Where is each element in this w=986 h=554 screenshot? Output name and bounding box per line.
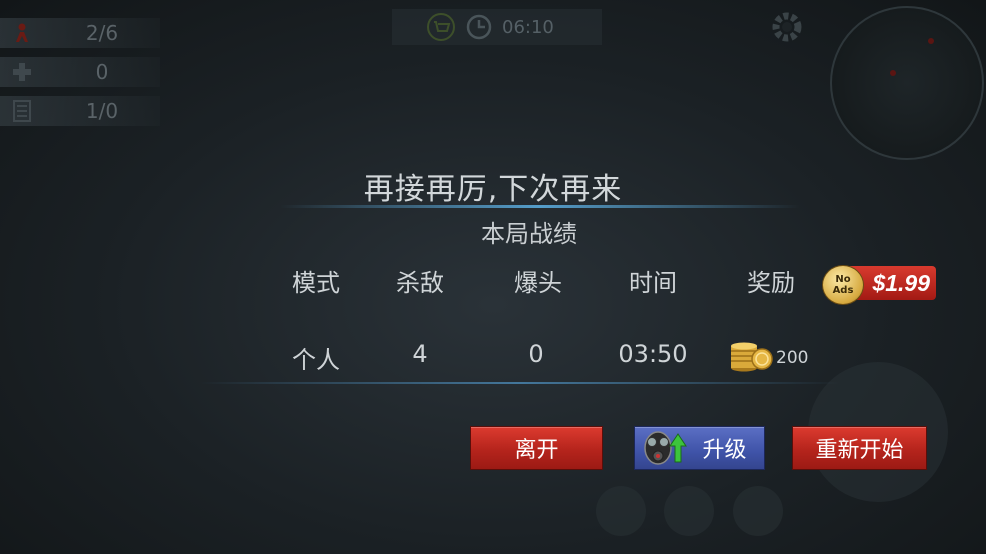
hud-players-row: 2/6 <box>0 18 160 48</box>
gas-mask-upgrade-icon <box>635 426 695 470</box>
medkit-icon <box>0 57 44 87</box>
header-mode: 模式 <box>292 269 340 297</box>
value-headshots: 0 <box>528 340 544 368</box>
header-headshots: 爆头 <box>514 269 562 297</box>
medkit-count: 0 <box>95 60 109 84</box>
knife-button-bg <box>733 486 783 536</box>
no-ads-badge[interactable]: No Ads <box>822 265 864 305</box>
header-time: 时间 <box>629 269 677 297</box>
minimap[interactable] <box>830 6 984 160</box>
settings-gear-icon[interactable] <box>768 8 806 46</box>
restart-button[interactable]: 重新开始 <box>792 426 927 470</box>
table-divider <box>200 382 840 384</box>
players-count: 2/6 <box>85 21 119 45</box>
no-ads-line1: No <box>835 274 851 285</box>
reward-amount: 200 <box>776 348 809 368</box>
minimap-enemy-marker <box>928 38 934 44</box>
header-kills: 杀敌 <box>396 269 444 297</box>
grenade-button-bg <box>596 486 646 536</box>
result-subtitle: 本局战绩 <box>481 220 577 248</box>
hud-ammo-row: 1/0 <box>0 96 160 126</box>
value-kills: 4 <box>412 340 428 368</box>
coin-stack-icon <box>731 342 773 372</box>
ammo-count: 1/0 <box>85 99 119 123</box>
title-divider <box>280 205 800 208</box>
match-time: 06:10 <box>502 16 554 38</box>
value-time: 03:50 <box>618 340 688 368</box>
minimap-player-marker <box>890 70 896 76</box>
hud-medkit-row: 0 <box>0 57 160 87</box>
clock-icon <box>466 14 492 40</box>
reload-button-bg <box>664 486 714 536</box>
match-timer-bar: 06:10 <box>392 9 602 45</box>
leave-button[interactable]: 离开 <box>470 426 603 470</box>
header-reward: 奖励 <box>747 269 795 297</box>
player-icon <box>0 18 44 48</box>
value-mode: 个人 <box>292 346 340 374</box>
upgrade-label: 升级 <box>702 438 747 463</box>
result-title: 再接再厉,下次再来 <box>363 172 623 207</box>
no-ads-line2: Ads <box>832 285 854 296</box>
ammo-icon <box>0 96 44 126</box>
upgrade-button[interactable]: 升级 <box>634 426 765 470</box>
cart-icon[interactable] <box>426 12 456 42</box>
